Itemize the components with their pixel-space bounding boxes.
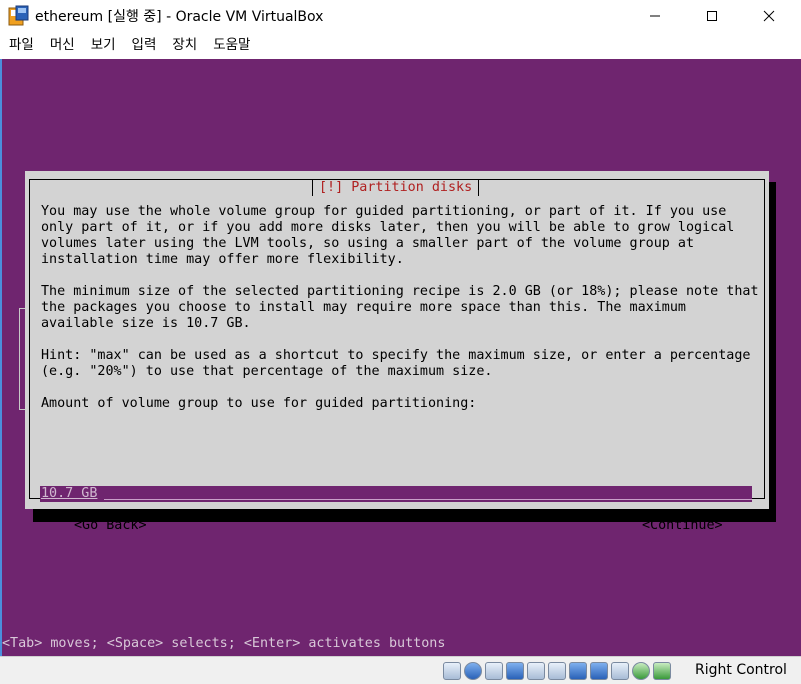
close-icon: [763, 10, 775, 21]
go-back-button[interactable]: <Go Back>: [74, 518, 147, 534]
virtualbox-icon: [8, 5, 29, 26]
keyboard-hint-line: <Tab> moves; <Space> selects; <Enter> ac…: [2, 636, 446, 651]
continue-button[interactable]: <Continue>: [642, 518, 723, 534]
maximize-button[interactable]: [689, 0, 735, 31]
status-bar: Right Control: [0, 656, 801, 684]
minimize-button[interactable]: [632, 0, 678, 31]
amount-input-field[interactable]: 10.7 GB: [40, 486, 752, 502]
menu-input[interactable]: 입력: [124, 31, 165, 59]
menu-bar: 파일 머신 보기 입력 장치 도움말: [0, 31, 801, 59]
mouse-integration-icon[interactable]: [632, 662, 650, 680]
partition-disks-dialog: [!] Partition disks You may use the whol…: [25, 171, 769, 533]
minimize-icon: [650, 15, 660, 16]
keyboard-icon[interactable]: [653, 662, 671, 680]
menu-help[interactable]: 도움말: [205, 31, 258, 59]
menu-devices[interactable]: 장치: [164, 31, 205, 59]
host-key-label: Right Control: [695, 662, 787, 678]
paragraph-whole-volume: You may use the whole volume group for g…: [41, 204, 735, 267]
amount-prompt-label: Amount of volume group to use for guided…: [41, 396, 477, 411]
close-button[interactable]: [746, 0, 792, 31]
network-icon[interactable]: [506, 662, 524, 680]
screen-edge: [0, 59, 2, 656]
menu-view[interactable]: 보기: [83, 31, 124, 59]
paragraph-minimum-size: The minimum size of the selected partiti…: [41, 284, 759, 331]
status-icons: [443, 662, 671, 680]
optical-drive-icon[interactable]: [464, 662, 482, 680]
dialog-title: [!] Partition disks: [312, 180, 480, 196]
menu-file[interactable]: 파일: [0, 31, 42, 59]
usb-icon[interactable]: [527, 662, 545, 680]
menu-machine[interactable]: 머신: [42, 31, 83, 59]
title-bar[interactable]: ethereum [실행 중] - Oracle VM VirtualBox: [0, 0, 801, 31]
maximize-icon: [707, 10, 717, 21]
input-underline: [104, 499, 752, 500]
amount-input-value: 10.7 GB: [41, 486, 98, 501]
paragraph-hint: Hint: "max" can be used as a shortcut to…: [41, 348, 751, 379]
shared-folder-icon[interactable]: [548, 662, 566, 680]
hard-disk-icon[interactable]: [443, 662, 461, 680]
vm-console-screen[interactable]: [!] Partition disks You may use the whol…: [0, 59, 801, 656]
cpu-icon[interactable]: [611, 662, 629, 680]
video-capture-icon[interactable]: [590, 662, 608, 680]
display-icon[interactable]: [569, 662, 587, 680]
dialog-body-text: You may use the whole volume group for g…: [41, 204, 761, 412]
audio-icon[interactable]: [485, 662, 503, 680]
window-title: ethereum [실행 중] - Oracle VM VirtualBox: [35, 9, 324, 25]
